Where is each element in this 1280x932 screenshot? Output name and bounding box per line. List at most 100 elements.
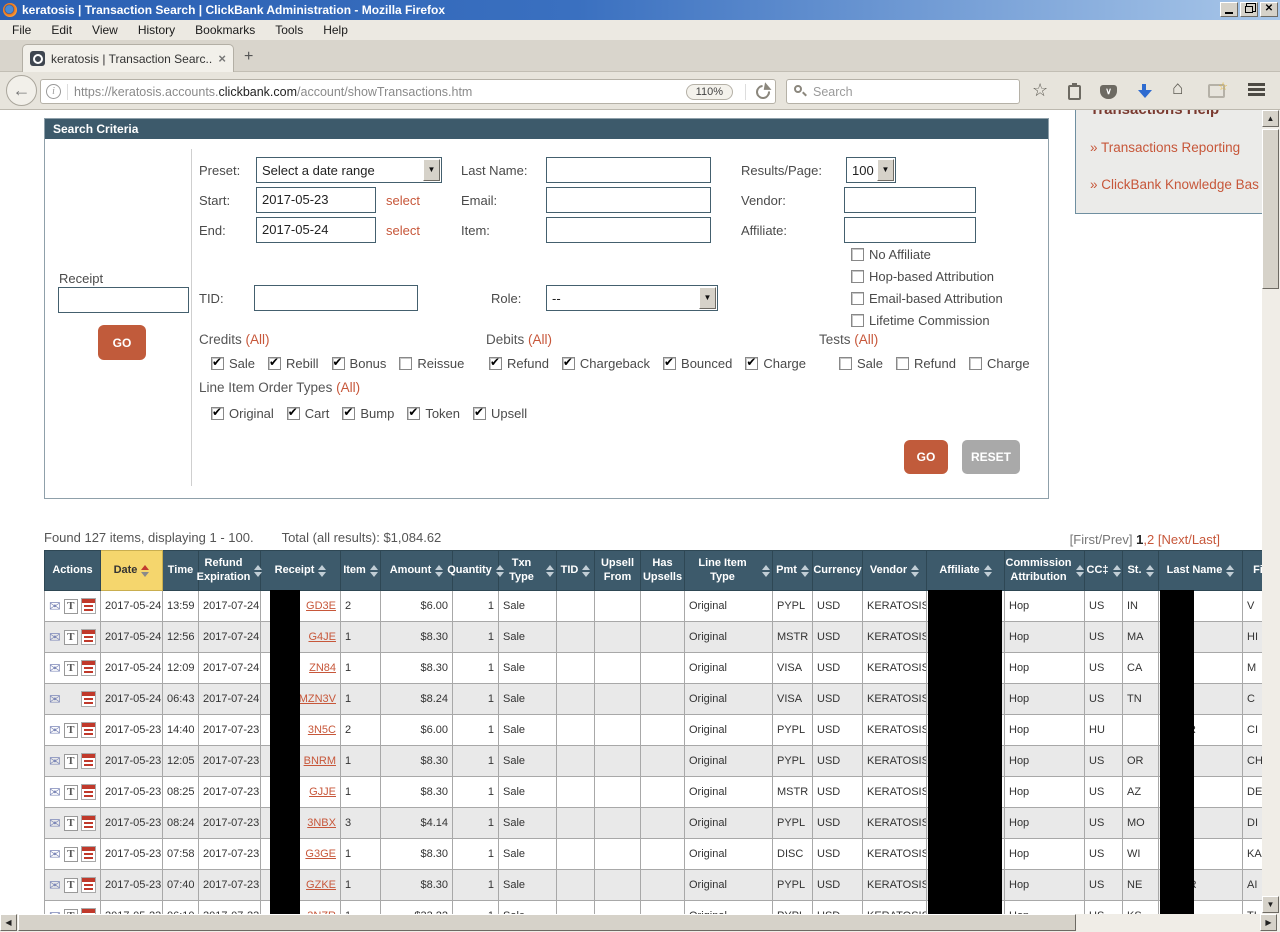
- col-header-refund-expiration[interactable]: Refund Expiration: [199, 551, 261, 591]
- sort-arrows-icon[interactable]: [435, 565, 443, 577]
- col-header-st[interactable]: St.: [1123, 551, 1159, 591]
- checkbox-no-affiliate[interactable]: No Affiliate: [851, 247, 1003, 262]
- mail-icon[interactable]: ✉: [49, 630, 61, 644]
- vertical-scrollbar[interactable]: ▲ ▼: [1262, 110, 1280, 914]
- transaction-t-icon[interactable]: T: [64, 785, 78, 800]
- url-bar[interactable]: i https://keratosis.accounts.clickbank.c…: [40, 79, 776, 104]
- transaction-t-icon[interactable]: T: [64, 754, 78, 769]
- checkbox-email-based-attribution[interactable]: Email-based Attribution: [851, 291, 1003, 306]
- mail-icon[interactable]: ✉: [49, 816, 61, 830]
- mail-icon[interactable]: ✉: [49, 754, 61, 768]
- receipt-link[interactable]: BNRM: [304, 755, 336, 767]
- checked-checkbox-icon[interactable]: [663, 357, 676, 370]
- col-header-first-name[interactable]: First Name: [1243, 551, 1263, 591]
- checkbox-upsell[interactable]: Upsell: [473, 406, 527, 421]
- sort-arrows-icon[interactable]: [1076, 565, 1084, 577]
- reload-icon[interactable]: [756, 85, 770, 99]
- sort-arrows-icon[interactable]: [1226, 565, 1234, 577]
- sort-arrows-icon[interactable]: [318, 565, 326, 577]
- checked-checkbox-icon[interactable]: [332, 357, 345, 370]
- sort-arrows-icon[interactable]: [801, 565, 809, 577]
- checkbox-refund[interactable]: Refund: [489, 356, 549, 371]
- checked-checkbox-icon[interactable]: [211, 357, 224, 370]
- checkbox-bonus[interactable]: Bonus: [332, 356, 387, 371]
- sort-arrows-icon[interactable]: [762, 565, 770, 577]
- sort-arrows-icon[interactable]: [546, 565, 554, 577]
- tab-close-icon[interactable]: ×: [218, 51, 226, 66]
- checked-checkbox-icon[interactable]: [211, 407, 224, 420]
- preset-select[interactable]: Select a date range▼: [256, 157, 442, 183]
- receipt-link[interactable]: ZN84: [309, 662, 336, 674]
- mail-icon[interactable]: ✉: [49, 723, 61, 737]
- sort-arrows-icon[interactable]: [370, 565, 378, 577]
- transaction-t-icon[interactable]: T: [64, 847, 78, 862]
- checked-checkbox-icon[interactable]: [287, 407, 300, 420]
- mail-icon[interactable]: ✉: [49, 692, 61, 706]
- download-icon[interactable]: [1138, 84, 1152, 100]
- checkbox-lifetime-commission[interactable]: Lifetime Commission: [851, 313, 1003, 328]
- pdf-icon[interactable]: [81, 660, 96, 676]
- checkbox-sale[interactable]: Sale: [211, 356, 255, 371]
- mail-icon[interactable]: ✉: [49, 847, 61, 861]
- col-header-commission-attribution[interactable]: Commission Attribution: [1005, 551, 1085, 591]
- checkbox-bounced[interactable]: Bounced: [663, 356, 732, 371]
- sort-arrows-icon[interactable]: [582, 565, 590, 577]
- transaction-t-icon[interactable]: T: [64, 878, 78, 893]
- receipt-link[interactable]: 3N5C: [308, 724, 336, 736]
- checkbox-cart[interactable]: Cart: [287, 406, 330, 421]
- col-header-tid[interactable]: TID: [557, 551, 595, 591]
- checkbox-reissue[interactable]: Reissue: [399, 356, 464, 371]
- search-reset-button[interactable]: RESET: [962, 440, 1020, 474]
- unchecked-checkbox-icon[interactable]: [399, 357, 412, 370]
- pdf-icon[interactable]: [81, 753, 96, 769]
- sort-arrows-icon[interactable]: [1146, 565, 1154, 577]
- menu-bookmarks[interactable]: Bookmarks: [195, 23, 255, 37]
- transaction-t-icon[interactable]: T: [64, 661, 78, 676]
- col-header-item[interactable]: Item: [341, 551, 381, 591]
- menu-edit[interactable]: Edit: [51, 23, 72, 37]
- end-select-link[interactable]: select: [386, 223, 420, 238]
- restore-icon[interactable]: [1240, 2, 1258, 17]
- pdf-icon[interactable]: [81, 846, 96, 862]
- unchecked-checkbox-icon[interactable]: [851, 292, 864, 305]
- transaction-t-icon[interactable]: T: [64, 630, 78, 645]
- checkbox-token[interactable]: Token: [407, 406, 460, 421]
- menu-tools[interactable]: Tools: [275, 23, 303, 37]
- checkbox-rebill[interactable]: Rebill: [268, 356, 319, 371]
- horizontal-scrollbar[interactable]: ◀ ▶: [0, 914, 1280, 932]
- debits-all-link[interactable]: (All): [528, 332, 552, 347]
- item-input[interactable]: [546, 217, 711, 243]
- receipt-link[interactable]: G4JE: [308, 631, 336, 643]
- page-info-icon[interactable]: i: [46, 84, 61, 99]
- tid-input[interactable]: [254, 285, 418, 311]
- pdf-icon[interactable]: [81, 598, 96, 614]
- checked-checkbox-icon[interactable]: [473, 407, 486, 420]
- search-go-button[interactable]: GO: [904, 440, 948, 474]
- sort-arrows-icon[interactable]: [911, 565, 919, 577]
- sort-arrows-icon[interactable]: [254, 565, 262, 577]
- transaction-t-icon[interactable]: T: [64, 599, 78, 614]
- bookmark-star-icon[interactable]: ☆: [1032, 82, 1048, 98]
- back-button[interactable]: ←: [6, 75, 37, 106]
- pdf-icon[interactable]: [81, 784, 96, 800]
- col-header-affiliate[interactable]: Affiliate: [927, 551, 1005, 591]
- minimize-icon[interactable]: [1220, 2, 1238, 17]
- next-last-link[interactable]: [Next/Last]: [1158, 532, 1220, 547]
- mail-icon[interactable]: ✉: [49, 878, 61, 892]
- pdf-icon[interactable]: [81, 722, 96, 738]
- scroll-left-icon[interactable]: ◀: [0, 914, 17, 931]
- pdf-icon[interactable]: [81, 691, 96, 707]
- receipt-go-button[interactable]: GO: [98, 325, 146, 360]
- sort-arrows-icon[interactable]: [141, 565, 149, 577]
- pdf-icon[interactable]: [81, 815, 96, 831]
- last-name-input[interactable]: [546, 157, 711, 183]
- checkbox-hop-based-attribution[interactable]: Hop-based Attribution: [851, 269, 1003, 284]
- receipt-link[interactable]: GJJE: [309, 786, 336, 798]
- url-text[interactable]: https://keratosis.accounts.clickbank.com…: [74, 85, 686, 99]
- search-bar[interactable]: Search: [786, 79, 1020, 104]
- col-header-pmt[interactable]: Pmt: [773, 551, 813, 591]
- pdf-icon[interactable]: [81, 877, 96, 893]
- mail-icon[interactable]: ✉: [49, 599, 61, 613]
- checked-checkbox-icon[interactable]: [562, 357, 575, 370]
- transaction-t-icon[interactable]: T: [64, 816, 78, 831]
